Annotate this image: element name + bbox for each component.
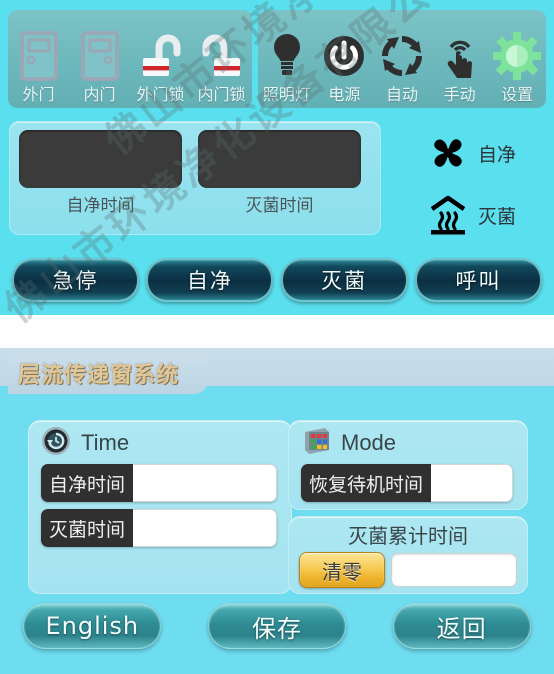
self-clean-time-label: 自净时间	[66, 196, 135, 216]
toolbar-label: 电源	[328, 85, 361, 104]
main-action-buttons: 急停 自净 灭菌 呼叫	[0, 258, 554, 302]
title-tab: 层流传递窗系统	[8, 352, 208, 394]
button-label: 自净	[186, 269, 233, 293]
door-control-group: 外门 内门 外门锁 内门锁	[8, 10, 252, 108]
self-clean-button[interactable]: 自净	[146, 258, 274, 302]
button-label: 灭菌	[321, 269, 368, 293]
sterilize-button[interactable]: 灭菌	[280, 258, 408, 302]
cumulative-time-card: 灭菌累计时间 清零	[288, 516, 528, 594]
toolbar-item-settings[interactable]: 设置	[488, 10, 546, 108]
status-label: 自净	[478, 143, 517, 166]
toolbar-item-manual[interactable]: 手动	[431, 10, 489, 108]
hand-tap-icon	[438, 27, 482, 85]
page-title: 层流传递窗系统	[18, 363, 180, 388]
field-label: 灭菌时间	[41, 509, 134, 547]
sterilize-time-display	[198, 130, 361, 188]
lightbulb-icon	[269, 27, 305, 85]
icon-toolbar: 外门 内门 外门锁 内门锁 照明灯 电源 自动 手动 设置	[8, 10, 546, 108]
unlocked-padlock-icon	[139, 27, 183, 85]
toolbar-label: 设置	[501, 85, 534, 104]
self-clean-time-field-row: 自净时间	[41, 464, 277, 502]
toolbar-item-inner-door[interactable]: 内门	[69, 10, 130, 108]
toolbar-label: 外门锁	[136, 85, 185, 104]
toolbar-label: 外门	[22, 85, 55, 104]
toolbar-label: 自动	[385, 85, 418, 104]
button-label: 急停	[52, 269, 99, 293]
sterilize-time-field-row: 灭菌时间	[41, 509, 277, 547]
screen-divider	[0, 315, 554, 348]
fan-icon	[424, 131, 472, 175]
language-toggle-button[interactable]: English	[23, 603, 162, 649]
status-indicator-group: 自净 灭菌	[424, 128, 548, 252]
emergency-stop-button[interactable]: 急停	[12, 258, 139, 302]
cycle-arrows-icon	[379, 27, 425, 85]
keypad-grid-icon	[301, 426, 331, 461]
timer-display-panel: 自净时间 灭菌时间	[9, 121, 381, 235]
save-button[interactable]: 保存	[207, 603, 346, 649]
button-label: 返回	[436, 614, 487, 643]
door-icon	[80, 27, 120, 85]
toolbar-label: 内门	[83, 85, 116, 104]
control-screen: 外门 内门 外门锁 内门锁 照明灯 电源 自动 手动 设置 自净时间 灭菌时间 …	[0, 0, 554, 315]
button-label: 清零	[322, 559, 362, 584]
sterilize-time-label: 灭菌时间	[245, 196, 314, 216]
time-card-title: Time	[81, 430, 130, 455]
status-label: 灭菌	[478, 205, 517, 228]
self-clean-time-display	[19, 130, 182, 188]
toolbar-item-outer-door[interactable]: 外门	[8, 10, 69, 108]
toolbar-item-outer-door-lock[interactable]: 外门锁	[130, 10, 191, 108]
field-label: 恢复待机时间	[301, 464, 432, 502]
toolbar-item-inner-door-lock[interactable]: 内门锁	[191, 10, 252, 108]
mode-card-title: Mode	[341, 430, 397, 455]
settings-action-buttons: English 保存 返回	[0, 603, 554, 649]
cumulative-time-title: 灭菌累计时间	[348, 524, 468, 548]
call-button[interactable]: 呼叫	[414, 258, 542, 302]
toolbar-label: 手动	[443, 85, 476, 104]
field-label: 自净时间	[41, 464, 134, 502]
door-icon	[19, 27, 59, 85]
clock-history-icon	[41, 426, 71, 461]
clear-total-button[interactable]: 清零	[299, 552, 385, 588]
time-settings-card: Time 自净时间 灭菌时间	[28, 420, 292, 594]
button-label: 保存	[251, 614, 302, 643]
uv-lamp-icon	[424, 193, 472, 237]
gear-icon	[492, 27, 542, 85]
standby-restore-input[interactable]	[431, 464, 513, 502]
mode-settings-card: Mode 恢复待机时间	[288, 420, 528, 510]
cumulative-time-input[interactable]	[391, 553, 517, 587]
status-sterilize: 灭菌	[424, 190, 548, 240]
time-card-header: Time	[29, 421, 291, 457]
toolbar-item-auto[interactable]: 自动	[373, 10, 431, 108]
unlocked-padlock-icon	[200, 27, 244, 85]
settings-screen: 层流传递窗系统 Time 自净时间 灭菌时间 Mode 恢复待机时间 灭菌累计时…	[0, 0, 554, 674]
sterilize-time-input[interactable]	[133, 509, 277, 547]
button-label: English	[45, 612, 140, 640]
back-button[interactable]: 返回	[392, 603, 531, 649]
toolbar-item-power[interactable]: 电源	[316, 10, 374, 108]
function-control-group: 照明灯 电源 自动 手动 设置	[258, 10, 546, 108]
toolbar-item-lighting[interactable]: 照明灯	[258, 10, 316, 108]
toolbar-label: 照明灯	[262, 85, 311, 104]
standby-restore-field-row: 恢复待机时间	[301, 464, 513, 502]
status-self-clean: 自净	[424, 128, 548, 178]
power-icon	[321, 27, 367, 85]
button-label: 呼叫	[455, 269, 502, 293]
mode-card-header: Mode	[289, 421, 527, 457]
toolbar-label: 内门锁	[197, 85, 246, 104]
self-clean-time-input[interactable]	[133, 464, 277, 502]
